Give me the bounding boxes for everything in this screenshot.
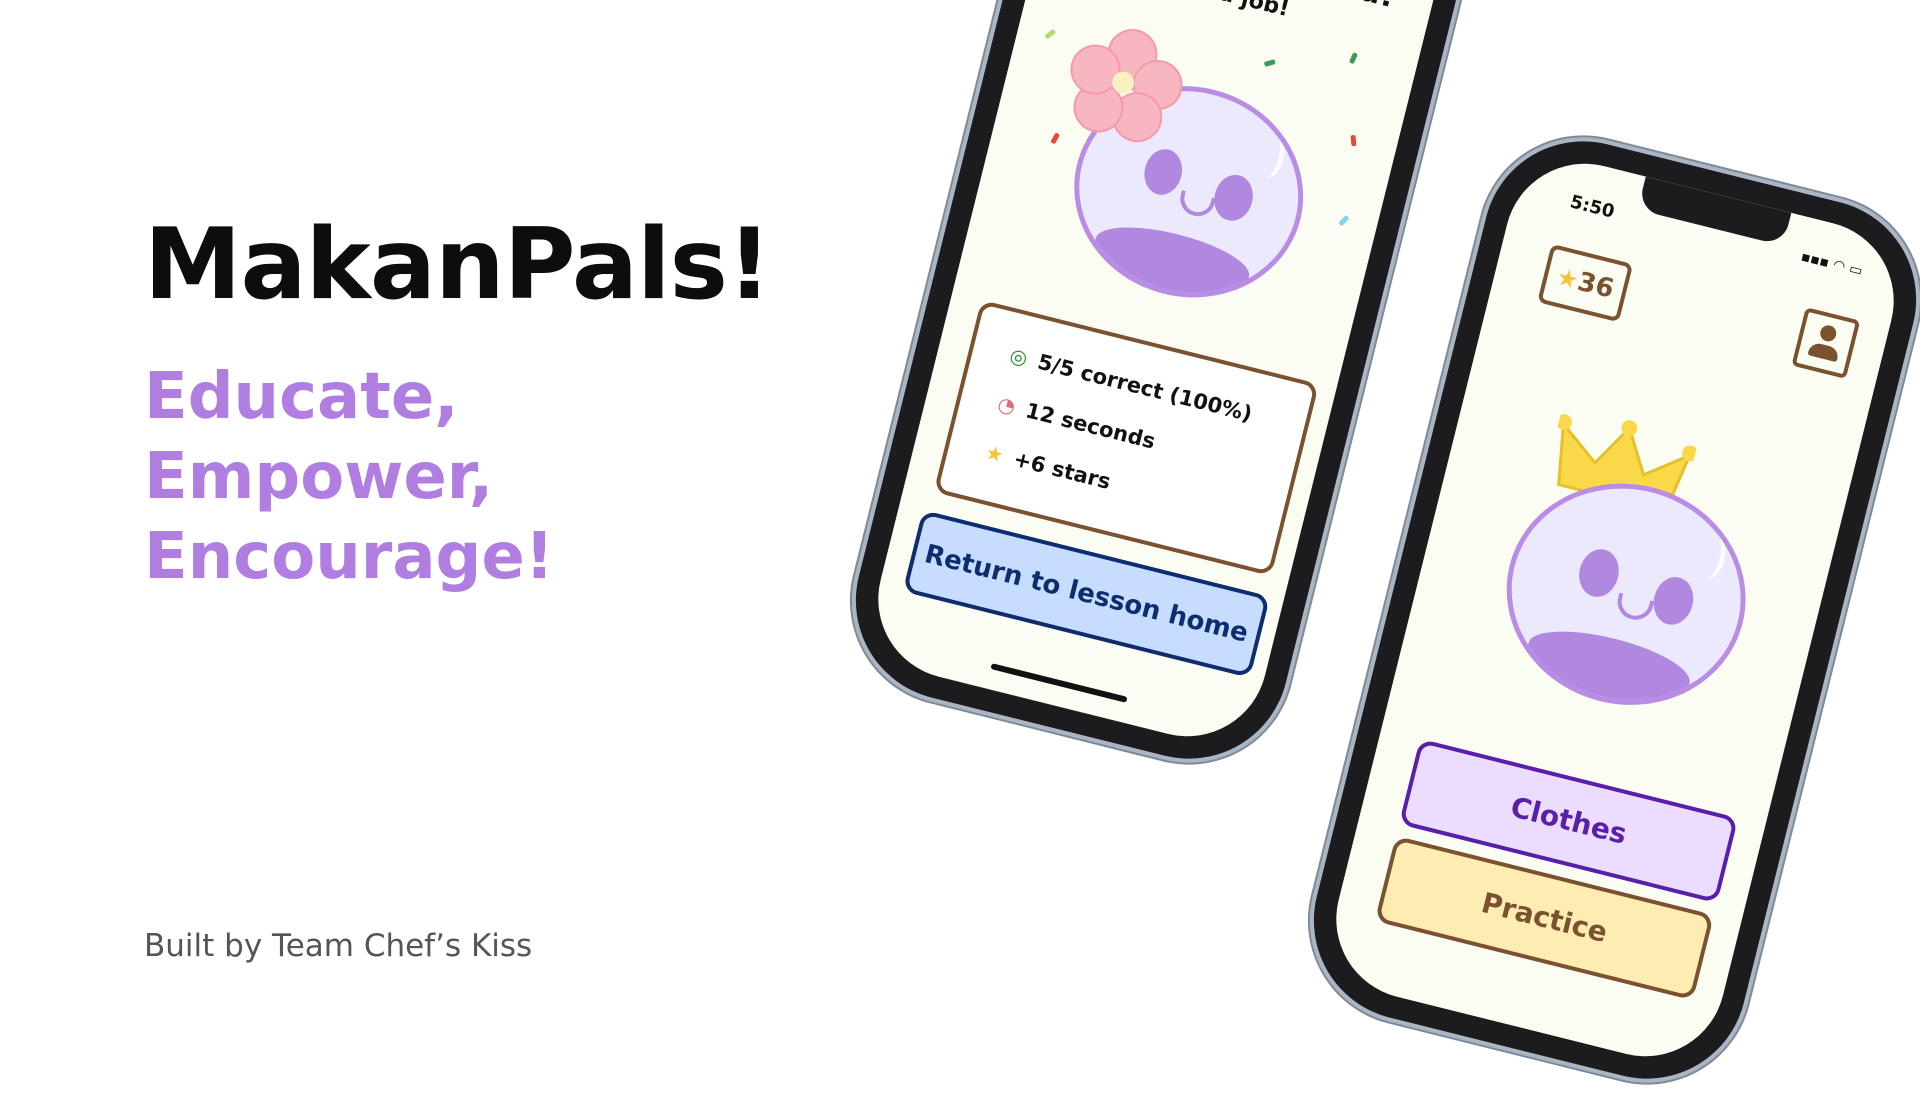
star-count-badge[interactable]: ★36 — [1537, 243, 1634, 323]
target-icon: ◎ — [1007, 342, 1031, 371]
hero-panel: MakanPals! Educate, Empower, Encourage! … — [0, 0, 772, 1080]
confetti-piece — [1338, 214, 1350, 227]
app-title: MakanPals! — [144, 208, 772, 322]
mascot-eye — [1139, 145, 1187, 199]
tagline-empower: Empower, — [144, 440, 494, 514]
home-indicator — [990, 663, 1128, 703]
mascot-smile — [1613, 592, 1654, 624]
confetti-piece — [1050, 132, 1061, 145]
phone-notch — [1637, 176, 1792, 246]
tagline-educate: Educate, — [144, 360, 459, 434]
confetti-piece — [1263, 59, 1276, 67]
mascot-eye — [1648, 572, 1698, 629]
star-count: 36 — [1574, 266, 1617, 305]
mascot-belly — [1517, 619, 1696, 729]
timer-icon: ◔ — [995, 391, 1019, 419]
profile-icon — [1818, 323, 1838, 344]
mascot-shine — [1251, 131, 1289, 181]
team-credit: Built by Team Chef’s Kiss — [144, 928, 533, 964]
mascot-eye — [1209, 170, 1258, 225]
stat-stars: ★ +6 stars — [980, 439, 1113, 494]
mascot-blob — [1483, 458, 1770, 730]
home-screen: 5:50 ▪▪▪ ◠ ▭ ★36 Clothes Practice — [1319, 146, 1911, 1074]
stat-time: ◔ 12 seconds — [992, 391, 1157, 453]
status-time: 5:50 — [1567, 191, 1617, 223]
mascot-smile — [1176, 190, 1216, 220]
confetti-piece — [1348, 52, 1358, 65]
mascot-eye — [1574, 545, 1625, 602]
mascot-belly — [1084, 215, 1255, 320]
tagline-encourage: Encourage! — [144, 520, 554, 594]
status-icons: ▪▪▪ ◠ ▭ — [1799, 248, 1865, 280]
mascot-shine — [1691, 531, 1731, 583]
profile-button[interactable] — [1791, 307, 1861, 379]
lesson-complete-screen: ▪▪▪ ◠ ▭ Lesson completed! Good job! — [861, 0, 1453, 754]
confetti-piece — [1044, 28, 1057, 40]
confetti-piece — [1350, 134, 1357, 147]
star-icon: ★ — [982, 439, 1007, 468]
